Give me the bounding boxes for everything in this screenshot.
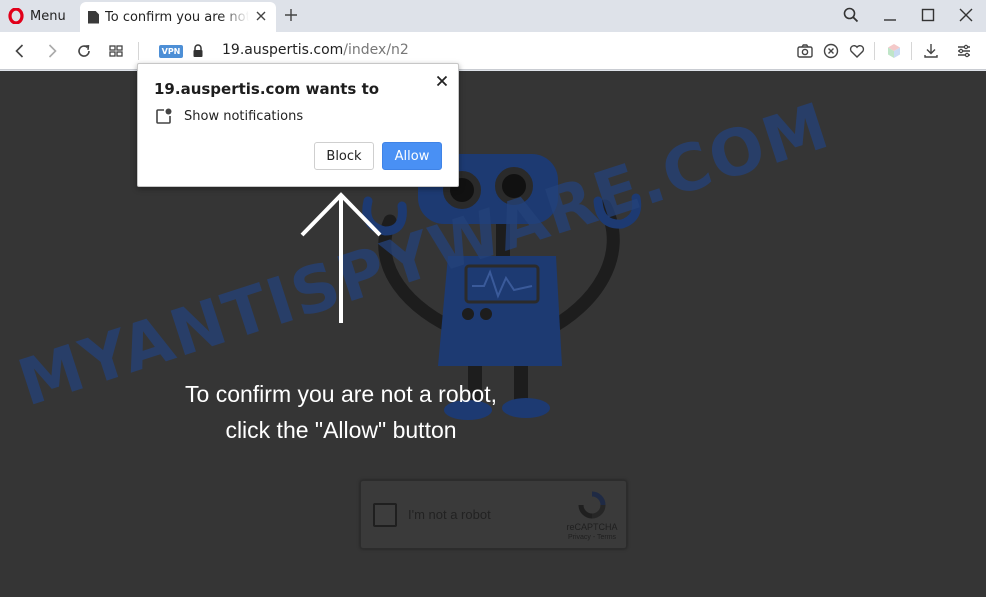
- tab-title: To confirm you are not a robot, click th…: [105, 9, 249, 25]
- allow-button[interactable]: Allow: [382, 142, 442, 170]
- wallet-icon[interactable]: [884, 41, 904, 61]
- vpn-badge[interactable]: VPN: [159, 45, 183, 58]
- maximize-icon[interactable]: [919, 6, 937, 24]
- settings-icon[interactable]: [954, 41, 974, 61]
- url-field[interactable]: 19.auspertis.com/index/n2: [222, 42, 409, 58]
- up-arrow-icon: [300, 192, 382, 323]
- speed-dial-icon[interactable]: [106, 41, 126, 61]
- url-path: /index/n2: [343, 42, 409, 58]
- block-button[interactable]: Block: [314, 142, 374, 170]
- opera-menu-button[interactable]: Menu: [8, 6, 66, 26]
- instruction-message: To confirm you are not a robot, click th…: [150, 376, 532, 448]
- permission-label: Show notifications: [184, 109, 304, 124]
- close-icon[interactable]: [254, 9, 268, 23]
- recaptcha-logo-icon: [578, 491, 606, 519]
- heart-icon[interactable]: [847, 41, 867, 61]
- captcha-checkbox[interactable]: [373, 503, 397, 527]
- recaptcha-brand: reCAPTCHA: [566, 522, 618, 532]
- message-line-2: click the "Allow" button: [225, 417, 457, 443]
- camera-icon[interactable]: [795, 41, 815, 61]
- notification-icon: [156, 108, 172, 124]
- close-icon[interactable]: [435, 74, 449, 88]
- url-host: 19.auspertis.com: [222, 42, 344, 58]
- search-icon[interactable]: [842, 6, 860, 24]
- forward-icon[interactable]: [42, 41, 62, 61]
- tab-bar: Menu To confirm you are not a robot, cli…: [0, 0, 986, 32]
- fake-captcha-widget[interactable]: I'm not a robot reCAPTCHA Privacy - Term…: [360, 480, 627, 549]
- block-ads-icon[interactable]: [821, 41, 841, 61]
- active-tab[interactable]: To confirm you are not a robot, click th…: [80, 2, 276, 32]
- lock-icon[interactable]: [192, 43, 204, 59]
- back-icon[interactable]: [10, 41, 30, 61]
- download-icon[interactable]: [921, 41, 941, 61]
- divider: [138, 42, 139, 60]
- divider: [874, 42, 875, 60]
- menu-label: Menu: [30, 8, 66, 24]
- popup-title: 19.auspertis.com wants to: [154, 80, 380, 98]
- recaptcha-links[interactable]: Privacy - Terms: [561, 534, 623, 541]
- document-icon: [88, 10, 99, 24]
- captcha-label: I'm not a robot: [408, 507, 491, 522]
- divider: [911, 42, 912, 60]
- minimize-icon[interactable]: [881, 6, 899, 24]
- window-close-icon[interactable]: [957, 6, 975, 24]
- plus-icon[interactable]: [282, 6, 300, 24]
- reload-icon[interactable]: [74, 41, 94, 61]
- message-line-1: To confirm you are not a robot,: [185, 381, 497, 407]
- notification-permission-popup: 19.auspertis.com wants to Show notificat…: [137, 63, 459, 187]
- opera-logo-icon: [8, 8, 24, 24]
